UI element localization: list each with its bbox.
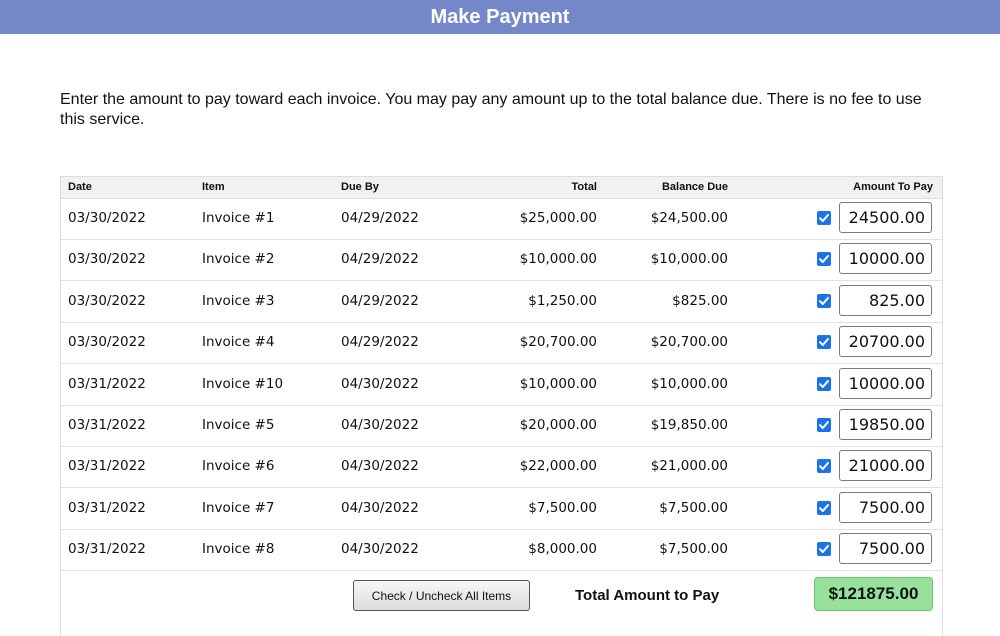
row-date: 03/31/2022 xyxy=(68,499,146,516)
row-balance-due: $7,500.00 xyxy=(659,499,728,516)
pay-checkbox[interactable] xyxy=(817,211,831,225)
row-date: 03/30/2022 xyxy=(68,210,146,226)
row-balance-due: $21,000.00 xyxy=(650,458,728,475)
table-row: 03/31/2022 Invoice #6 04/30/2022 $22,000.00… xyxy=(61,446,942,489)
row-item: Invoice #10 xyxy=(202,375,284,392)
table-row: 03/31/2022 Invoice #5 04/30/2022 $20,000.00… xyxy=(61,405,942,447)
table-row: 03/30/2022 Invoice #3 04/29/2022 $1,250.00 $… xyxy=(61,281,942,323)
pay-checkbox[interactable] xyxy=(817,293,831,308)
table-header: Date Item Due By Total Balance Due Amoun… xyxy=(61,176,942,199)
amount-to-pay-input[interactable] xyxy=(839,409,932,440)
row-due-by: 04/30/2022 xyxy=(341,499,419,516)
row-due-by: 04/29/2022 xyxy=(341,334,419,351)
table-row: 03/31/2022 Invoice #7 04/30/2022 $7,500.00 $… xyxy=(61,488,942,530)
row-balance-due: $19,850.00 xyxy=(650,417,728,433)
row-balance-due: $825.00 xyxy=(672,292,728,309)
table-row: 03/30/2022 Invoice #2 04/29/2022 $10,000.00… xyxy=(61,239,942,282)
row-total: $1,250.00 xyxy=(528,292,597,309)
row-total: $7,500.00 xyxy=(528,499,597,516)
row-item: Invoice #7 xyxy=(202,499,275,516)
row-item: Invoice #8 xyxy=(202,541,275,558)
table-row: 03/30/2022 Invoice #1 04/29/2022 $25,000.00… xyxy=(61,198,942,240)
row-item: Invoice #6 xyxy=(202,458,275,475)
check-icon xyxy=(819,296,829,305)
check-icon xyxy=(819,462,829,471)
row-item: Invoice #4 xyxy=(202,334,275,351)
pay-checkbox[interactable] xyxy=(817,500,831,515)
row-total: $20,700.00 xyxy=(519,334,597,351)
amount-to-pay-input[interactable] xyxy=(839,243,932,275)
row-balance-due: $10,000.00 xyxy=(650,251,728,268)
row-due-by: 04/30/2022 xyxy=(341,458,419,475)
pay-checkbox[interactable] xyxy=(817,252,831,267)
col-date-header: Date xyxy=(68,181,92,193)
row-total: $10,000.00 xyxy=(519,375,597,392)
check-icon xyxy=(819,545,829,554)
col-total-header: Total xyxy=(571,181,597,193)
pay-checkbox[interactable] xyxy=(817,335,831,350)
row-date: 03/31/2022 xyxy=(68,417,146,433)
amount-to-pay-input[interactable] xyxy=(839,284,932,316)
row-total: $20,000.00 xyxy=(519,417,597,433)
row-due-by: 04/30/2022 xyxy=(341,375,419,392)
amount-to-pay-input[interactable] xyxy=(839,326,932,358)
row-balance-due: $7,500.00 xyxy=(659,541,728,558)
row-date: 03/30/2022 xyxy=(68,292,146,309)
table-row: 03/31/2022 Invoice #10 04/30/2022 $10,000.0… xyxy=(61,364,942,406)
row-total: $8,000.00 xyxy=(528,541,597,558)
check-uncheck-all-button[interactable]: Check / Uncheck All Items xyxy=(353,580,530,611)
row-item: Invoice #5 xyxy=(202,417,275,433)
col-balance-due-header: Balance Due xyxy=(661,181,728,193)
intro-text: Enter the amount to pay toward each invo… xyxy=(60,91,922,128)
col-amount-to-pay-header: Amount To Pay xyxy=(853,181,933,193)
check-icon xyxy=(819,255,829,264)
pay-checkbox[interactable] xyxy=(817,542,831,557)
row-due-by: 04/30/2022 xyxy=(341,541,419,558)
check-icon xyxy=(819,338,829,347)
amount-to-pay-input[interactable] xyxy=(839,450,932,482)
row-date: 03/31/2022 xyxy=(68,541,146,558)
row-total: $22,000.00 xyxy=(519,458,597,475)
table-footer: Check / Uncheck All Items Total Amount t… xyxy=(61,570,942,630)
row-date: 03/30/2022 xyxy=(68,334,146,351)
row-total: $10,000.00 xyxy=(519,251,597,268)
amount-to-pay-input[interactable] xyxy=(839,202,932,233)
amount-to-pay-input[interactable] xyxy=(839,367,932,399)
check-icon xyxy=(819,379,829,388)
row-balance-due: $24,500.00 xyxy=(650,210,728,226)
row-balance-due: $10,000.00 xyxy=(650,375,728,392)
row-item: Invoice #3 xyxy=(202,292,275,309)
row-due-by: 04/29/2022 xyxy=(341,210,419,226)
table-row: 03/31/2022 Invoice #8 04/30/2022 $8,000.00 $… xyxy=(61,529,942,572)
total-amount-value: $121875.00 xyxy=(814,577,933,611)
row-balance-due: $20,700.00 xyxy=(650,334,728,351)
check-icon xyxy=(819,214,829,222)
row-total: $25,000.00 xyxy=(519,210,597,226)
row-date: 03/30/2022 xyxy=(68,251,146,268)
page-header: Make Payment xyxy=(0,0,1000,34)
col-item-header: Item xyxy=(202,181,225,193)
row-due-by: 04/29/2022 xyxy=(341,292,419,309)
row-date: 03/31/2022 xyxy=(68,458,146,475)
col-due-by-header: Due By xyxy=(341,181,379,193)
check-icon xyxy=(819,421,829,429)
row-due-by: 04/29/2022 xyxy=(341,251,419,268)
amount-to-pay-input[interactable] xyxy=(839,533,932,565)
pay-checkbox[interactable] xyxy=(817,459,831,474)
table-row: 03/30/2022 Invoice #4 04/29/2022 $20,700.00… xyxy=(61,322,942,365)
check-icon xyxy=(819,503,829,512)
pay-checkbox[interactable] xyxy=(817,418,831,432)
page-title: Make Payment xyxy=(430,6,570,28)
row-item: Invoice #2 xyxy=(202,251,275,268)
row-item: Invoice #1 xyxy=(202,210,275,226)
invoice-table: Date Item Due By Total Balance Due Amoun… xyxy=(60,176,943,636)
amount-to-pay-input[interactable] xyxy=(839,491,932,523)
row-date: 03/31/2022 xyxy=(68,375,146,392)
row-due-by: 04/30/2022 xyxy=(341,417,419,433)
pay-checkbox[interactable] xyxy=(817,376,831,391)
total-amount-label: Total Amount to Pay xyxy=(575,587,720,604)
